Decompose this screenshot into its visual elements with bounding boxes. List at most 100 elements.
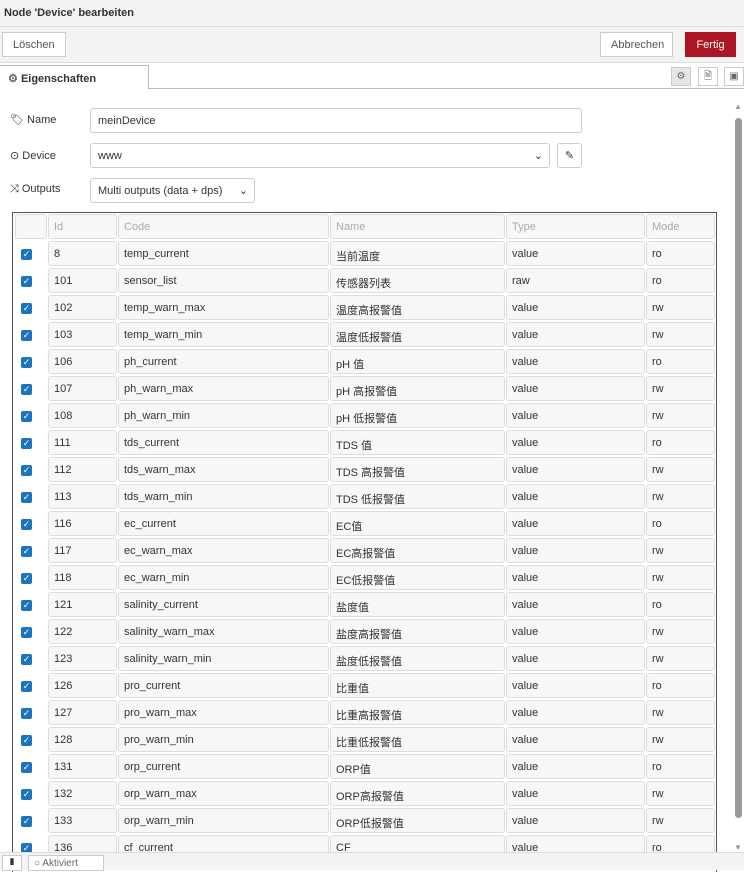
- delete-button[interactable]: Löschen: [2, 32, 66, 57]
- cell-name[interactable]: pH 高报警值: [330, 376, 505, 401]
- cell-name[interactable]: EC低报警值: [330, 565, 505, 590]
- cell-id[interactable]: 118: [48, 565, 117, 590]
- cell-name[interactable]: 盐度值: [330, 592, 505, 617]
- cell-id[interactable]: 103: [48, 322, 117, 347]
- cell-mode[interactable]: rw: [646, 403, 715, 428]
- row-checkbox[interactable]: ✓: [21, 573, 32, 584]
- device-select[interactable]: www ⌄: [90, 143, 550, 168]
- cell-id[interactable]: 133: [48, 808, 117, 833]
- cell-code[interactable]: tds_warn_min: [118, 484, 329, 509]
- cancel-button[interactable]: Abbrechen: [600, 32, 673, 57]
- cell-name[interactable]: 当前温度: [330, 241, 505, 266]
- cell-type[interactable]: value: [506, 565, 645, 590]
- row-checkbox[interactable]: ✓: [21, 654, 32, 665]
- cell-type[interactable]: value: [506, 619, 645, 644]
- cell-name[interactable]: ORP值: [330, 754, 505, 779]
- cell-type[interactable]: raw: [506, 268, 645, 293]
- tab-properties[interactable]: ⚙ Eigenschaften: [0, 65, 149, 90]
- cell-mode[interactable]: ro: [646, 268, 715, 293]
- cell-id[interactable]: 106: [48, 349, 117, 374]
- cell-mode[interactable]: rw: [646, 781, 715, 806]
- cell-code[interactable]: salinity_warn_max: [118, 619, 329, 644]
- cell-name[interactable]: ORP低报警值: [330, 808, 505, 833]
- cell-type[interactable]: value: [506, 808, 645, 833]
- cell-mode[interactable]: rw: [646, 376, 715, 401]
- cell-type[interactable]: value: [506, 511, 645, 536]
- cell-id[interactable]: 113: [48, 484, 117, 509]
- cell-code[interactable]: pro_warn_min: [118, 727, 329, 752]
- name-input[interactable]: meinDevice: [90, 108, 582, 133]
- cell-id[interactable]: 111: [48, 430, 117, 455]
- cell-type[interactable]: value: [506, 430, 645, 455]
- cell-mode[interactable]: ro: [646, 754, 715, 779]
- appearance-icon[interactable]: ▣: [724, 67, 744, 86]
- row-checkbox[interactable]: ✓: [21, 276, 32, 287]
- cell-name[interactable]: 比重值: [330, 673, 505, 698]
- cell-id[interactable]: 131: [48, 754, 117, 779]
- cell-mode[interactable]: rw: [646, 808, 715, 833]
- cell-mode[interactable]: ro: [646, 349, 715, 374]
- cell-type[interactable]: value: [506, 295, 645, 320]
- row-checkbox[interactable]: ✓: [21, 681, 32, 692]
- cell-id[interactable]: 101: [48, 268, 117, 293]
- cell-name[interactable]: pH 低报警值: [330, 403, 505, 428]
- settings-gear-icon[interactable]: ⚙: [671, 67, 691, 86]
- cell-type[interactable]: value: [506, 376, 645, 401]
- cell-name[interactable]: 盐度低报警值: [330, 646, 505, 671]
- cell-type[interactable]: value: [506, 700, 645, 725]
- row-checkbox[interactable]: ✓: [21, 330, 32, 341]
- cell-type[interactable]: value: [506, 403, 645, 428]
- row-checkbox[interactable]: ✓: [21, 735, 32, 746]
- cell-id[interactable]: 123: [48, 646, 117, 671]
- cell-id[interactable]: 127: [48, 700, 117, 725]
- cell-mode[interactable]: rw: [646, 619, 715, 644]
- scroll-up-icon[interactable]: ▲: [734, 102, 742, 111]
- cell-mode[interactable]: rw: [646, 295, 715, 320]
- cell-code[interactable]: ph_warn_min: [118, 403, 329, 428]
- cell-mode[interactable]: ro: [646, 592, 715, 617]
- cell-type[interactable]: value: [506, 457, 645, 482]
- row-checkbox[interactable]: ✓: [21, 492, 32, 503]
- description-icon[interactable]: 🗎: [698, 67, 718, 86]
- row-checkbox[interactable]: ✓: [21, 816, 32, 827]
- cell-code[interactable]: tds_current: [118, 430, 329, 455]
- enabled-toggle[interactable]: ○ Aktiviert: [28, 855, 104, 871]
- cell-type[interactable]: value: [506, 592, 645, 617]
- book-icon[interactable]: ▮: [2, 855, 22, 871]
- cell-name[interactable]: ORP高报警值: [330, 781, 505, 806]
- scroll-down-icon[interactable]: ▼: [734, 843, 742, 852]
- row-checkbox[interactable]: ✓: [21, 249, 32, 260]
- cell-name[interactable]: 比重高报警值: [330, 700, 505, 725]
- row-checkbox[interactable]: ✓: [21, 600, 32, 611]
- cell-code[interactable]: orp_warn_max: [118, 781, 329, 806]
- cell-id[interactable]: 126: [48, 673, 117, 698]
- cell-name[interactable]: TDS 低报警值: [330, 484, 505, 509]
- cell-code[interactable]: orp_warn_min: [118, 808, 329, 833]
- cell-code[interactable]: temp_warn_max: [118, 295, 329, 320]
- row-checkbox[interactable]: ✓: [21, 357, 32, 368]
- row-checkbox[interactable]: ✓: [21, 519, 32, 530]
- cell-name[interactable]: TDS 高报警值: [330, 457, 505, 482]
- cell-mode[interactable]: rw: [646, 727, 715, 752]
- cell-mode[interactable]: ro: [646, 430, 715, 455]
- cell-id[interactable]: 117: [48, 538, 117, 563]
- cell-mode[interactable]: rw: [646, 700, 715, 725]
- cell-name[interactable]: EC高报警值: [330, 538, 505, 563]
- cell-name[interactable]: 传感器列表: [330, 268, 505, 293]
- cell-code[interactable]: tds_warn_max: [118, 457, 329, 482]
- cell-code[interactable]: ec_current: [118, 511, 329, 536]
- cell-mode[interactable]: rw: [646, 484, 715, 509]
- cell-id[interactable]: 122: [48, 619, 117, 644]
- cell-mode[interactable]: ro: [646, 673, 715, 698]
- cell-id[interactable]: 107: [48, 376, 117, 401]
- cell-id[interactable]: 116: [48, 511, 117, 536]
- row-checkbox[interactable]: ✓: [21, 438, 32, 449]
- cell-name[interactable]: 比重低报警值: [330, 727, 505, 752]
- cell-mode[interactable]: ro: [646, 511, 715, 536]
- cell-code[interactable]: ec_warn_max: [118, 538, 329, 563]
- row-checkbox[interactable]: ✓: [21, 708, 32, 719]
- edit-device-button[interactable]: ✎: [557, 143, 582, 168]
- row-checkbox[interactable]: ✓: [21, 546, 32, 557]
- cell-code[interactable]: ec_warn_min: [118, 565, 329, 590]
- row-checkbox[interactable]: ✓: [21, 627, 32, 638]
